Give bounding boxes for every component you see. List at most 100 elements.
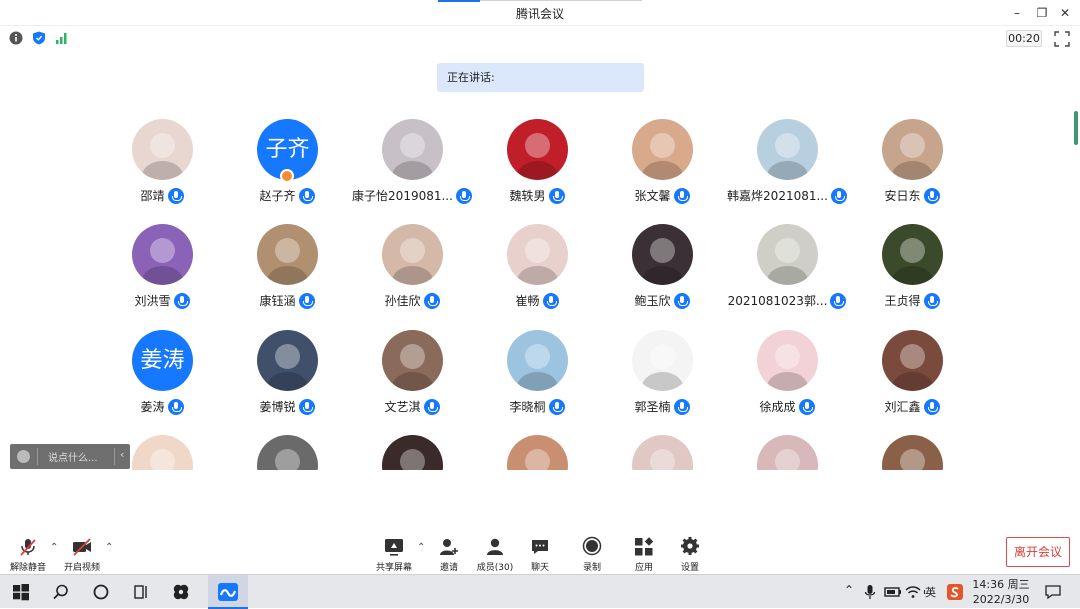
mic-status-icon <box>298 187 315 204</box>
avatar-photo <box>650 344 675 369</box>
participant-name: 徐成成 <box>759 400 796 414</box>
start-video-label: 开启视频 <box>63 563 100 573</box>
participant-name: 姜涛 <box>140 400 165 414</box>
participant-tile[interactable]: 康子怡2019081... <box>350 119 474 219</box>
participant-tile[interactable] <box>225 435 349 470</box>
participant-avatar <box>507 119 568 180</box>
participant-name-row: 李晓桐 <box>475 398 599 416</box>
record-button[interactable]: 录制 <box>568 536 616 574</box>
participant-tile[interactable]: 韩嘉烨2021081... <box>725 119 849 219</box>
participant-tile[interactable] <box>475 435 599 470</box>
participant-tile[interactable]: 康钰涵 <box>225 224 349 324</box>
avatar-photo <box>142 266 183 285</box>
avatar-photo <box>392 266 433 285</box>
participant-tile[interactable]: 姜博锐 <box>225 330 349 430</box>
ime-indicator[interactable]: 英 <box>925 584 939 602</box>
participant-tile[interactable]: 孙佳欣 <box>350 224 474 324</box>
participant-tile[interactable] <box>725 435 849 470</box>
participant-avatar <box>882 330 943 391</box>
participant-avatar <box>132 224 193 285</box>
task-view-icon[interactable] <box>132 583 150 601</box>
participant-name-row: 康子怡2019081... <box>350 187 474 205</box>
taskbar-active-app[interactable] <box>208 575 248 609</box>
participant-name: 韩嘉烨2021081... <box>727 189 828 203</box>
participant-tile[interactable]: 安日东 <box>850 119 974 219</box>
battery-icon[interactable] <box>884 583 902 601</box>
members-button[interactable]: 成员(30) <box>471 536 519 574</box>
participant-avatar <box>507 330 568 391</box>
participant-name-row: 邵靖 <box>100 187 224 205</box>
emoji-icon[interactable] <box>17 450 30 463</box>
windows-start-icon[interactable] <box>12 583 30 601</box>
participant-tile[interactable]: 文艺淇 <box>350 330 474 430</box>
participant-tile[interactable] <box>350 435 474 470</box>
participant-tile[interactable]: 邵靖 <box>100 119 224 219</box>
tray-chevron-up-icon[interactable]: ⌃ <box>844 583 862 601</box>
participant-avatar <box>257 330 318 391</box>
tray-mic-icon[interactable] <box>864 583 876 601</box>
participant-avatar <box>257 435 318 470</box>
cortana-icon[interactable] <box>92 583 110 601</box>
participant-name-row: 徐成成 <box>725 398 849 416</box>
participant-name-row: 姜涛 <box>100 398 224 416</box>
participant-tile[interactable]: 姜涛 姜涛 <box>100 330 224 430</box>
participant-tile[interactable]: 魏轶男 <box>475 119 599 219</box>
sogou-ime-icon[interactable] <box>946 583 964 601</box>
participant-tile[interactable]: 2021081023郭... <box>725 224 849 324</box>
add-user-icon <box>440 539 458 555</box>
video-options-chevron-icon[interactable]: ⌃ <box>105 542 113 553</box>
participant-tile[interactable]: 李晓桐 <box>475 330 599 430</box>
participant-tile[interactable]: 崔畅 <box>475 224 599 324</box>
mic-status-icon <box>830 292 847 309</box>
participant-name: 刘汇鑫 <box>884 400 921 414</box>
unmute-button[interactable]: 解除静音 <box>4 536 52 574</box>
share-screen-button[interactable]: 共享屏幕 <box>370 536 418 574</box>
start-video-button[interactable]: 开启视频 <box>58 536 106 574</box>
avatar-photo <box>392 161 433 180</box>
settings-button[interactable]: 设置 <box>666 536 714 574</box>
app-logo-icon[interactable] <box>172 583 190 601</box>
participant-tile[interactable]: 鲍玉欣 <box>600 224 724 324</box>
chat-placeholder[interactable]: 说点什么... <box>48 449 98 464</box>
search-icon[interactable] <box>52 583 70 601</box>
host-badge-icon <box>280 169 294 183</box>
chat-button[interactable]: 聊天 <box>516 536 564 574</box>
participant-avatar <box>257 224 318 285</box>
leave-meeting-button[interactable]: 离开会议 <box>1006 537 1070 567</box>
tencent-meeting-icon <box>218 583 238 601</box>
mic-status-icon <box>423 292 440 309</box>
invite-button[interactable]: 邀请 <box>425 536 473 574</box>
chat-quick-input[interactable]: 说点什么... ‹ <box>10 444 130 469</box>
participant-avatar <box>882 119 943 180</box>
chat-collapse-icon[interactable]: ‹ <box>120 448 124 461</box>
participant-tile[interactable]: 刘汇鑫 <box>850 330 974 430</box>
avatar-photo <box>642 266 683 285</box>
participant-tile[interactable]: 郭圣楠 <box>600 330 724 430</box>
avatar-photo <box>267 266 308 285</box>
notification-icon[interactable] <box>1044 583 1062 601</box>
participant-tile[interactable]: 张文馨 <box>600 119 724 219</box>
participant-name: 孙佳欣 <box>384 294 421 308</box>
grid-scrollbar[interactable] <box>1074 111 1078 145</box>
participant-avatar <box>757 330 818 391</box>
clock-time: 14:36 周三 <box>972 578 1030 591</box>
participant-tile[interactable] <box>850 435 974 470</box>
participant-tile[interactable]: 子齐 赵子齐 <box>225 119 349 219</box>
avatar-photo <box>775 133 800 158</box>
avatar-photo <box>775 238 800 263</box>
participant-tile[interactable]: 徐成成 <box>725 330 849 430</box>
participant-avatar <box>382 435 443 470</box>
avatar-photo <box>525 449 550 470</box>
taskbar-clock[interactable]: 14:36 周三 2022/3/30 <box>966 577 1036 607</box>
participant-name-row: 魏轶男 <box>475 187 599 205</box>
participant-tile[interactable]: 刘洪雪 <box>100 224 224 324</box>
record-label: 录制 <box>582 563 601 573</box>
participant-tile[interactable] <box>600 435 724 470</box>
mic-status-icon <box>923 292 940 309</box>
participant-name-row: 崔畅 <box>475 292 599 310</box>
apps-button[interactable]: 应用 <box>620 536 668 574</box>
wifi-icon[interactable] <box>904 583 922 601</box>
participant-tile[interactable]: 王贞得 <box>850 224 974 324</box>
avatar-photo <box>150 449 175 470</box>
participant-name: 康子怡2019081... <box>352 189 453 203</box>
